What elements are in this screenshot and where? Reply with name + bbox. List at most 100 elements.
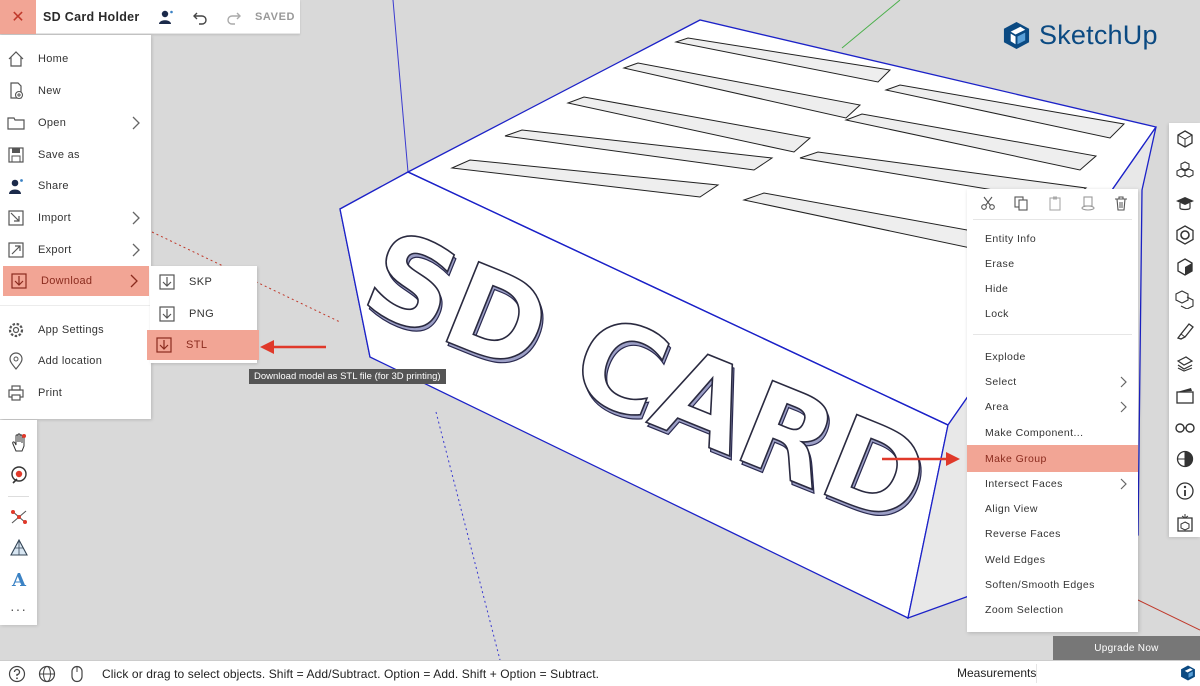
more-tools-button[interactable]: ···	[0, 594, 37, 624]
menu-divider	[0, 305, 151, 306]
delete-button[interactable]	[1105, 189, 1138, 217]
measurements-input[interactable]	[1036, 664, 1174, 683]
copy-button[interactable]	[1004, 189, 1037, 217]
close-menu-button[interactable]: ✕	[0, 0, 36, 34]
menu-item-export[interactable]: Export	[0, 235, 151, 265]
user-icon	[159, 10, 173, 24]
file-menu: Home New Open Save as Share Import Expor…	[0, 35, 151, 419]
cut-icon	[980, 196, 995, 210]
menu-item-save-as[interactable]: Save as	[0, 140, 151, 170]
redo-button[interactable]	[217, 0, 251, 34]
instructor-panel-button[interactable]	[1169, 187, 1200, 219]
folder-icon	[0, 108, 32, 138]
ctx-item-align-view[interactable]: Align View	[967, 496, 1138, 521]
ctx-item-make-group[interactable]: Make Group	[967, 445, 1138, 472]
menu-item-download[interactable]: Download	[3, 266, 149, 296]
ctx-item-hide[interactable]: Hide	[967, 276, 1138, 301]
outliner-panel-button[interactable]	[1169, 283, 1200, 315]
menu-item-app-settings[interactable]: App Settings	[0, 315, 151, 345]
trash-icon	[1115, 196, 1128, 211]
menu-item-label: Open	[38, 117, 67, 129]
ctx-item-soften-smooth-edges[interactable]: Soften/Smooth Edges	[967, 572, 1138, 597]
menu-item-share[interactable]: Share	[0, 171, 151, 201]
soften-edges-panel-button[interactable]	[1169, 315, 1200, 347]
chevron-right-icon	[1120, 401, 1127, 413]
menu-item-label: Import	[38, 212, 71, 224]
cube-info-icon	[1176, 130, 1193, 148]
download-skp-button[interactable]: SKP	[150, 267, 257, 297]
collaborators-button[interactable]	[149, 0, 183, 34]
styles-panel-button[interactable]	[1169, 219, 1200, 251]
download-icon	[3, 266, 35, 296]
ctx-item-label: Make Component...	[985, 426, 1084, 439]
materials-panel-button[interactable]	[1169, 251, 1200, 283]
submenu-item-label: STL	[186, 339, 208, 351]
tags-panel-button[interactable]	[1169, 347, 1200, 379]
ctx-item-intersect-faces[interactable]: Intersect Faces	[967, 471, 1138, 496]
text-tool-button[interactable]: A	[0, 564, 37, 594]
menu-item-print[interactable]: Print	[0, 378, 151, 408]
menu-item-home[interactable]: Home	[0, 44, 151, 74]
close-icon: ✕	[11, 8, 25, 26]
ctx-item-select[interactable]: Select	[967, 369, 1138, 394]
shadows-panel-button[interactable]	[1169, 443, 1200, 475]
context-menu-icon-bar	[967, 189, 1138, 217]
chevron-right-icon	[132, 211, 140, 225]
ctx-item-erase[interactable]: Erase	[967, 251, 1138, 276]
chevron-right-icon	[132, 243, 140, 257]
paste-in-place-button[interactable]	[1071, 189, 1104, 217]
save-icon	[0, 140, 32, 170]
ctx-item-make-component[interactable]: Make Component...	[967, 420, 1138, 445]
menu-item-import[interactable]: Import	[0, 203, 151, 233]
ctx-item-label: Area	[985, 400, 1009, 413]
chevron-right-icon	[132, 116, 140, 130]
walk-tool-button[interactable]	[0, 533, 37, 563]
ctx-item-weld-edges[interactable]: Weld Edges	[967, 547, 1138, 572]
entity-info-panel-button[interactable]	[1169, 123, 1200, 155]
ctx-item-label: Lock	[985, 307, 1009, 320]
ctx-item-entity-info[interactable]: Entity Info	[967, 226, 1138, 251]
logo-text: SketchUp	[1039, 20, 1158, 50]
cut-button[interactable]	[971, 189, 1004, 217]
ctx-item-explode[interactable]: Explode	[967, 344, 1138, 369]
ctx-item-label: Hide	[985, 282, 1009, 295]
menu-item-add-location[interactable]: Add location	[0, 346, 151, 376]
orbit-tool-button[interactable]	[0, 428, 37, 458]
share-user-icon	[0, 171, 32, 201]
help-button[interactable]	[4, 661, 30, 686]
export-icon	[0, 235, 32, 265]
submenu-item-label: PNG	[189, 308, 215, 320]
menu-item-label: Add location	[38, 355, 103, 367]
green-axis	[841, 0, 901, 49]
ctx-item-reverse-faces[interactable]: Reverse Faces	[967, 521, 1138, 546]
section-plane-tool-button[interactable]	[0, 502, 37, 532]
document-title[interactable]: SD Card Holder	[43, 10, 149, 24]
upgrade-now-button[interactable]: Upgrade Now	[1053, 636, 1200, 660]
warehouse-box-icon	[1176, 514, 1193, 532]
download-icon	[150, 299, 184, 329]
printer-icon	[0, 378, 32, 408]
3d-warehouse-panel-button[interactable]	[1169, 507, 1200, 539]
components-panel-button[interactable]	[1169, 155, 1200, 187]
undo-button[interactable]	[183, 0, 217, 34]
scenes-panel-button[interactable]	[1169, 379, 1200, 411]
graduation-cap-icon	[1175, 197, 1194, 211]
ctx-item-area[interactable]: Area	[967, 394, 1138, 419]
download-png-button[interactable]: PNG	[150, 299, 257, 329]
position-tool-button[interactable]	[0, 460, 37, 490]
mouse-instructions-button[interactable]	[64, 661, 90, 686]
model-info-panel-button[interactable]	[1169, 475, 1200, 507]
menu-item-label: Export	[38, 244, 72, 256]
menu-item-new[interactable]: New	[0, 76, 151, 106]
ctx-item-label: Zoom Selection	[985, 603, 1064, 616]
download-stl-button[interactable]: STL	[147, 330, 259, 360]
context-menu-divider	[973, 334, 1132, 335]
menu-item-open[interactable]: Open	[0, 108, 151, 138]
geo-location-button[interactable]	[34, 661, 60, 686]
ctx-item-lock[interactable]: Lock	[967, 301, 1138, 326]
paste-button[interactable]	[1038, 189, 1071, 217]
ctx-item-zoom-selection[interactable]: Zoom Selection	[967, 597, 1138, 622]
paste-icon	[1048, 196, 1061, 211]
submenu-item-label: SKP	[189, 276, 213, 288]
display-panel-button[interactable]	[1169, 411, 1200, 443]
